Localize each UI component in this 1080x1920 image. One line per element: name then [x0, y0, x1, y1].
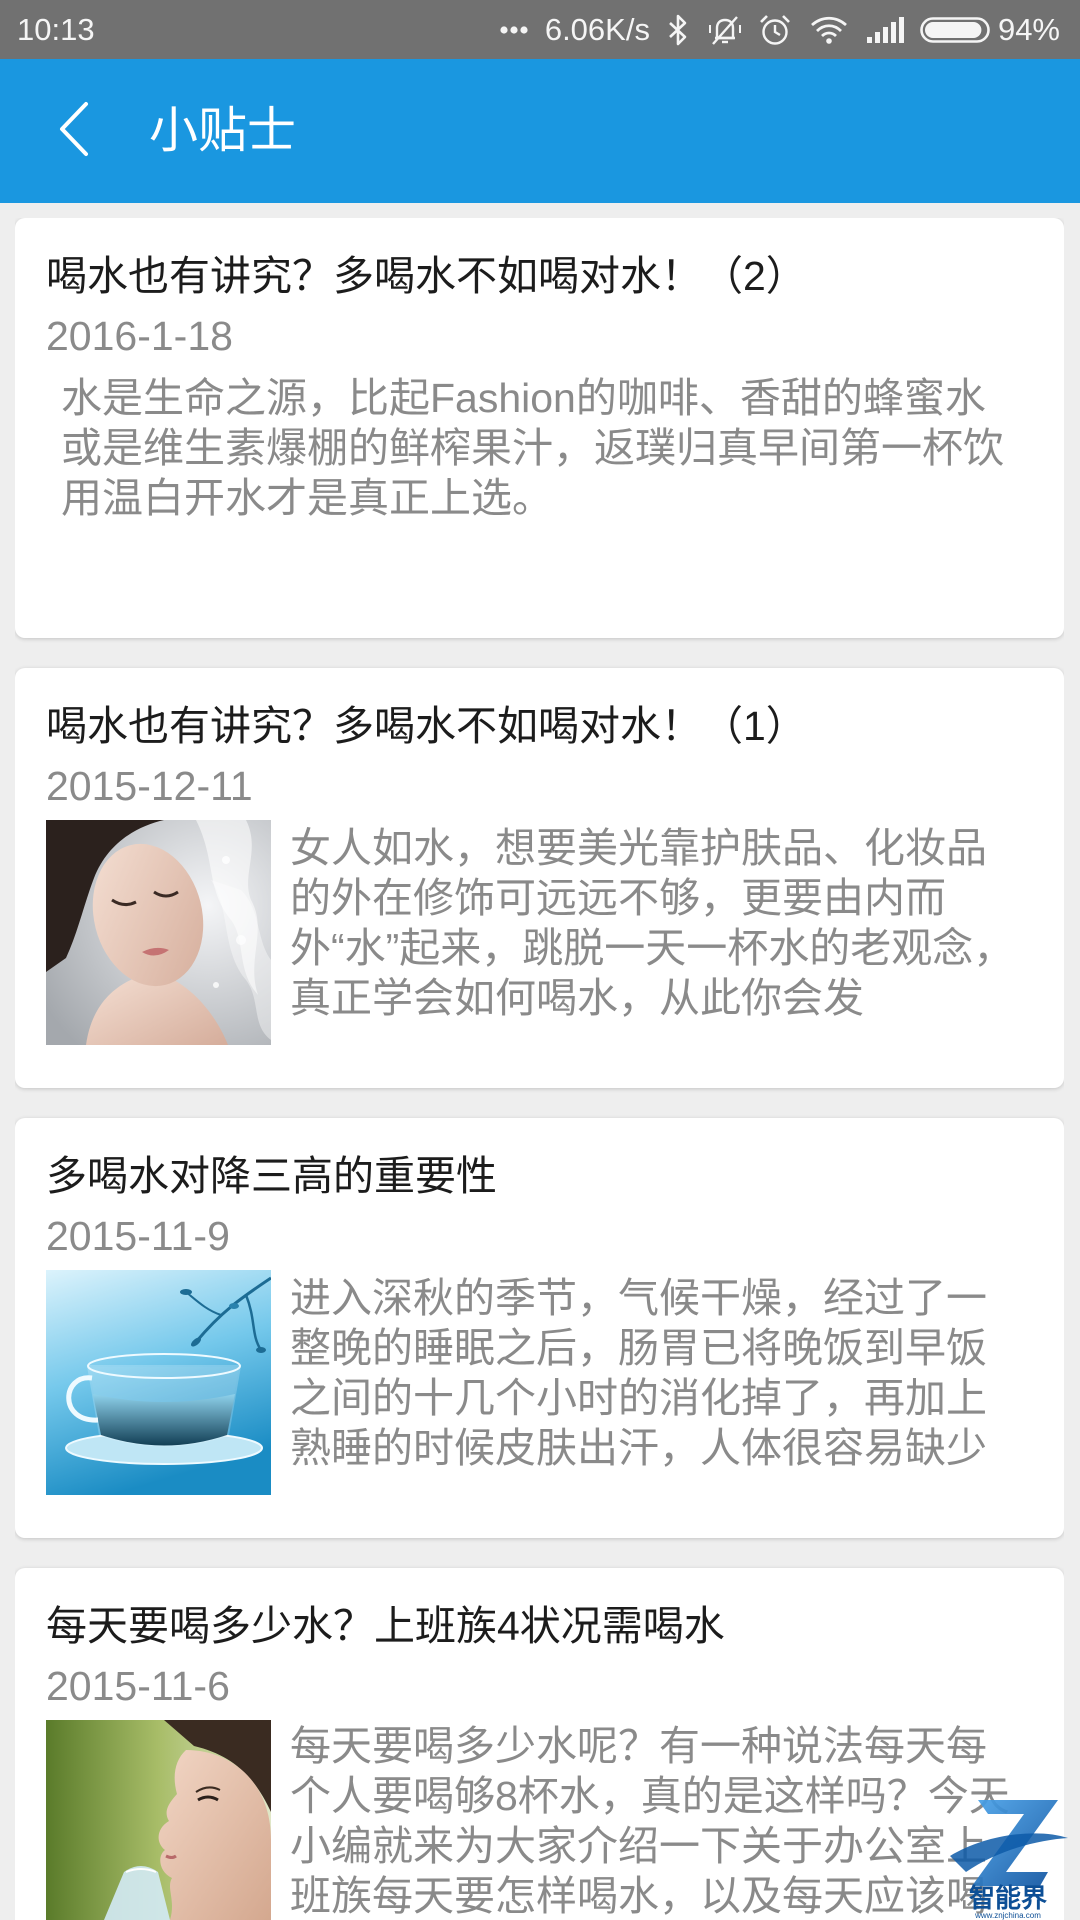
tip-summary-line: 的外在修饰可远远不够，更要由内而 — [290, 875, 946, 921]
status-icons: 6.06K/s 94% — [500, 0, 1060, 59]
tip-summary-line: 真正学会如何喝水，从此你会发 — [290, 975, 864, 1021]
battery-icon — [920, 15, 990, 45]
tip-thumbnail-image — [46, 1720, 271, 1920]
tip-summary: 水是生命之源，比起Fashion的咖啡、香甜的蜂蜜水 或是维生素爆棚的鲜榨果汁，… — [61, 373, 1056, 523]
tip-summary-line: 或是维生素爆棚的鲜榨果汁，返璞归真早间第一杯饮 — [61, 425, 1004, 471]
silent-mode-icon — [708, 13, 742, 47]
tip-summary-line: 个人要喝够8杯水，真的是这样吗？今天 — [290, 1773, 1010, 1819]
tip-card[interactable]: 喝水也有讲究？多喝水不如喝对水！（2） 2016-1-18 水是生命之源，比起F… — [15, 218, 1064, 638]
tip-thumbnail-image — [46, 1270, 271, 1495]
tip-title: 喝水也有讲究？多喝水不如喝对水！（1） — [46, 703, 807, 749]
tip-summary-line: 用温白开水才是真正上选。 — [61, 475, 553, 521]
tip-card[interactable]: 多喝水对降三高的重要性 2015-11-9 进入深秋的季节，气候干燥，经过了一 … — [15, 1118, 1064, 1538]
tip-summary-line: 外“水”起来，跳脱一天一杯水的老观念， — [290, 925, 1015, 971]
status-bar: 10:13 6.06K/s 94% — [0, 0, 1080, 59]
tip-summary-line: 班族每天要怎样喝水，以及每天应该喝 — [290, 1873, 987, 1919]
back-button[interactable] — [44, 95, 104, 167]
network-speed: 6.06K/s — [544, 12, 650, 47]
tips-list: 喝水也有讲究？多喝水不如喝对水！（2） 2016-1-18 水是生命之源，比起F… — [15, 218, 1064, 1920]
tip-summary-line: 水是生命之源，比起Fashion的咖啡、香甜的蜂蜜水 — [61, 375, 986, 421]
tip-summary-line: 小编就来为大家介绍一下关于办公室上 — [290, 1823, 987, 1869]
alarm-icon — [758, 13, 792, 47]
tip-date: 2015-11-6 — [46, 1663, 230, 1709]
watermark-brand: 智能界 — [969, 1883, 1047, 1913]
watermark-logo: 智能界 www.znjchina.com — [946, 1794, 1071, 1920]
tip-card[interactable]: 每天要喝多少水？上班族4状况需喝水 2015-11-6 每天要喝多少水呢？有一种… — [15, 1568, 1064, 1920]
bluetooth-icon — [667, 13, 689, 47]
status-time: 10:13 — [17, 12, 95, 47]
tip-date: 2015-11-9 — [46, 1213, 230, 1259]
more-dots-icon — [500, 25, 528, 35]
tip-summary-line: 整晚的睡眠之后，肠胃已将晚饭到早饭 — [290, 1325, 987, 1371]
tip-summary: 女人如水，想要美光靠护肤品、化妆品 的外在修饰可远远不够，更要由内而 外“水”起… — [290, 823, 1060, 1023]
signal-icon — [866, 15, 906, 45]
tip-title: 多喝水对降三高的重要性 — [46, 1153, 497, 1199]
battery-percentage: 94% — [997, 12, 1060, 47]
tip-summary-line: 每天要喝多少水呢？有一种说法每天每 — [290, 1723, 987, 1769]
tip-summary-line: 之间的十几个小时的消化掉了，再加上 — [290, 1375, 987, 1421]
page-title: 小贴士 — [149, 104, 297, 158]
back-arrow-icon — [56, 99, 92, 164]
tip-thumbnail-image — [46, 820, 271, 1045]
tip-summary-line: 熟睡的时候皮肤出汗，人体很容易缺少 — [290, 1425, 987, 1471]
tip-summary-line: 女人如水，想要美光靠护肤品、化妆品 — [290, 825, 987, 871]
tip-card[interactable]: 喝水也有讲究？多喝水不如喝对水！（1） 2015-12-11 女人如水，想要美光… — [15, 668, 1064, 1088]
tip-title: 每天要喝多少水？上班族4状况需喝水 — [46, 1603, 725, 1649]
tip-date: 2015-12-11 — [46, 763, 253, 809]
watermark-url: www.znjchina.com — [974, 1911, 1041, 1920]
tip-summary: 进入深秋的季节，气候干燥，经过了一 整晚的睡眠之后，肠胃已将晚饭到早饭 之间的十… — [290, 1273, 1060, 1473]
tip-summary-line: 进入深秋的季节，气候干燥，经过了一 — [290, 1275, 987, 1321]
wifi-icon — [810, 15, 848, 45]
tip-title: 喝水也有讲究？多喝水不如喝对水！（2） — [46, 253, 807, 299]
tip-summary: 每天要喝多少水呢？有一种说法每天每 个人要喝够8杯水，真的是这样吗？今天 小编就… — [290, 1721, 1060, 1920]
app-bar: 小贴士 — [0, 59, 1080, 203]
tip-date: 2016-1-18 — [46, 313, 233, 359]
